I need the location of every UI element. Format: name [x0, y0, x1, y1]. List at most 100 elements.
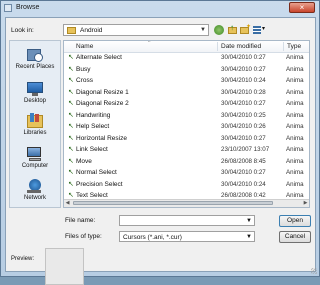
- place-recent-places[interactable]: Recent Places: [10, 47, 60, 70]
- file-type: Anima: [286, 134, 304, 142]
- new-folder-button[interactable]: [239, 23, 251, 36]
- place-network[interactable]: Network: [10, 178, 60, 201]
- preview-label: Preview:: [11, 256, 35, 262]
- file-date: 26/08/2008 0:42: [221, 192, 266, 199]
- file-type-label: Files of type:: [65, 233, 102, 240]
- look-in-label: Look in:: [11, 27, 34, 34]
- cursor-file-icon: ↖: [68, 180, 74, 188]
- list-item[interactable]: ↖ Busy 30/04/2010 0:27 Anima: [64, 65, 309, 75]
- scroll-right-icon[interactable]: ▶: [302, 200, 309, 206]
- file-name: Link Select: [76, 146, 108, 153]
- file-type: Anima: [286, 192, 304, 199]
- file-name: Text Select: [76, 192, 108, 199]
- list-item[interactable]: ↖ Normal Select 30/04/2010 0:27 Anima: [64, 168, 309, 178]
- file-date: 30/04/2010 0:27: [221, 100, 266, 107]
- file-name: Diagonal Resize 2: [76, 100, 129, 107]
- browse-dialog: Browse × Look in: Android ▼ Recent Place…: [0, 0, 320, 285]
- place-label: Computer: [21, 163, 49, 169]
- file-name: Normal Select: [76, 169, 117, 176]
- cursor-file-icon: ↖: [68, 100, 74, 107]
- file-date: 30/04/2010 0:27: [221, 65, 266, 73]
- column-header-row: ^ Name Date modified Type: [64, 41, 309, 53]
- scrollbar-thumb[interactable]: [73, 201, 273, 205]
- file-type: Anima: [286, 88, 304, 96]
- horizontal-scrollbar[interactable]: ◀ ▶: [64, 199, 309, 207]
- column-name[interactable]: Name: [76, 43, 93, 50]
- list-item[interactable]: ↖ Cross 30/04/2010 0:24 Anima: [64, 76, 309, 86]
- file-type: Anima: [286, 180, 304, 188]
- list-item[interactable]: ↖ Help Select 30/04/2010 0:26 Anima: [64, 122, 309, 132]
- place-label: Recent Places: [15, 64, 55, 70]
- file-date: 26/08/2008 8:45: [221, 157, 266, 165]
- list-item[interactable]: ↖ Move 26/08/2008 8:45 Anima: [64, 157, 309, 167]
- list-item[interactable]: ↖ Diagonal Resize 2 30/04/2010 0:27 Anima: [64, 99, 309, 109]
- list-item[interactable]: ↖ Alternate Select 30/04/2010 0:27 Anima: [64, 53, 309, 63]
- title-bar[interactable]: Browse ×: [1, 1, 319, 16]
- column-date-modified[interactable]: Date modified: [221, 43, 261, 50]
- places-bar: Recent Places Desktop Libraries Computer…: [9, 40, 61, 208]
- file-name: Cross: [76, 77, 93, 84]
- window-title: Browse: [16, 4, 40, 11]
- file-name: Precision Select: [76, 180, 123, 188]
- cursor-file-icon: ↖: [68, 123, 74, 130]
- file-name: Horizontal Resize: [76, 134, 127, 142]
- window-icon: [4, 4, 12, 12]
- look-in-value: Android: [80, 27, 103, 34]
- file-date: 30/04/2010 0:24: [221, 180, 266, 188]
- cursor-file-icon: ↖: [68, 134, 74, 142]
- file-name: Diagonal Resize 1: [76, 88, 129, 96]
- place-label: Network: [23, 195, 46, 201]
- file-type: Anima: [286, 146, 304, 153]
- file-date: 30/04/2010 0:26: [221, 123, 266, 130]
- close-icon: ×: [299, 3, 305, 12]
- file-type: Anima: [286, 169, 304, 176]
- dialog-body: Look in: Android ▼ Recent Places Desktop…: [5, 17, 316, 285]
- open-button[interactable]: Open: [279, 215, 311, 227]
- place-computer[interactable]: Computer: [10, 146, 60, 169]
- file-date: 30/04/2010 0:27: [221, 134, 266, 142]
- file-name: Help Select: [76, 123, 110, 130]
- place-desktop[interactable]: Desktop: [10, 81, 60, 104]
- up-folder-button[interactable]: [226, 23, 238, 36]
- file-type: Anima: [286, 77, 304, 84]
- desktop-icon: [26, 81, 44, 97]
- file-name-input[interactable]: ▼: [119, 215, 255, 226]
- network-icon: [26, 178, 44, 194]
- view-menu-button[interactable]: [252, 24, 268, 36]
- cursor-file-icon: ↖: [68, 77, 74, 84]
- libraries-icon: [26, 113, 44, 129]
- cancel-button[interactable]: Cancel: [279, 231, 311, 243]
- file-type: Anima: [286, 111, 304, 119]
- file-type-dropdown[interactable]: Cursors (*.ani, *.cur) ▼: [119, 231, 255, 242]
- place-label: Libraries: [23, 130, 47, 136]
- file-type: Anima: [286, 100, 304, 107]
- file-date: 30/04/2010 0:27: [221, 169, 266, 176]
- file-list[interactable]: ^ Name Date modified Type ↖ Alternate Sel…: [63, 40, 310, 208]
- resize-grip[interactable]: [311, 268, 317, 274]
- list-item[interactable]: ↖ Link Select 23/10/2007 13:07 Anima: [64, 145, 309, 155]
- place-libraries[interactable]: Libraries: [10, 113, 60, 136]
- cursor-file-icon: ↖: [68, 88, 74, 96]
- cursor-file-icon: ↖: [68, 111, 74, 119]
- file-type: Anima: [286, 157, 304, 165]
- file-date: 30/04/2010 0:27: [221, 54, 266, 61]
- list-item[interactable]: ↖ Precision Select 30/04/2010 0:24 Anima: [64, 180, 309, 190]
- look-in-dropdown[interactable]: Android ▼: [63, 24, 209, 36]
- close-button[interactable]: ×: [289, 2, 315, 13]
- back-button[interactable]: [213, 24, 225, 36]
- column-type[interactable]: Type: [287, 43, 301, 50]
- chevron-down-icon: ▼: [200, 27, 206, 33]
- preview-pane: [45, 248, 84, 285]
- chevron-down-icon: ▼: [246, 234, 252, 240]
- list-item[interactable]: ↖ Diagonal Resize 1 30/04/2010 0:28 Anima: [64, 88, 309, 98]
- computer-icon: [26, 146, 44, 162]
- file-type-value: Cursors (*.ani, *.cur): [123, 234, 182, 241]
- chevron-down-icon[interactable]: ▼: [246, 218, 252, 224]
- file-name: Handwriting: [76, 111, 111, 119]
- list-item[interactable]: ↖ Handwriting 30/04/2010 0:25 Anima: [64, 111, 309, 121]
- scroll-left-icon[interactable]: ◀: [64, 200, 71, 206]
- file-type: Anima: [286, 54, 304, 61]
- list-item[interactable]: ↖ Horizontal Resize 30/04/2010 0:27 Anima: [64, 134, 309, 144]
- place-label: Desktop: [23, 98, 46, 104]
- file-name: Alternate Select: [76, 54, 122, 61]
